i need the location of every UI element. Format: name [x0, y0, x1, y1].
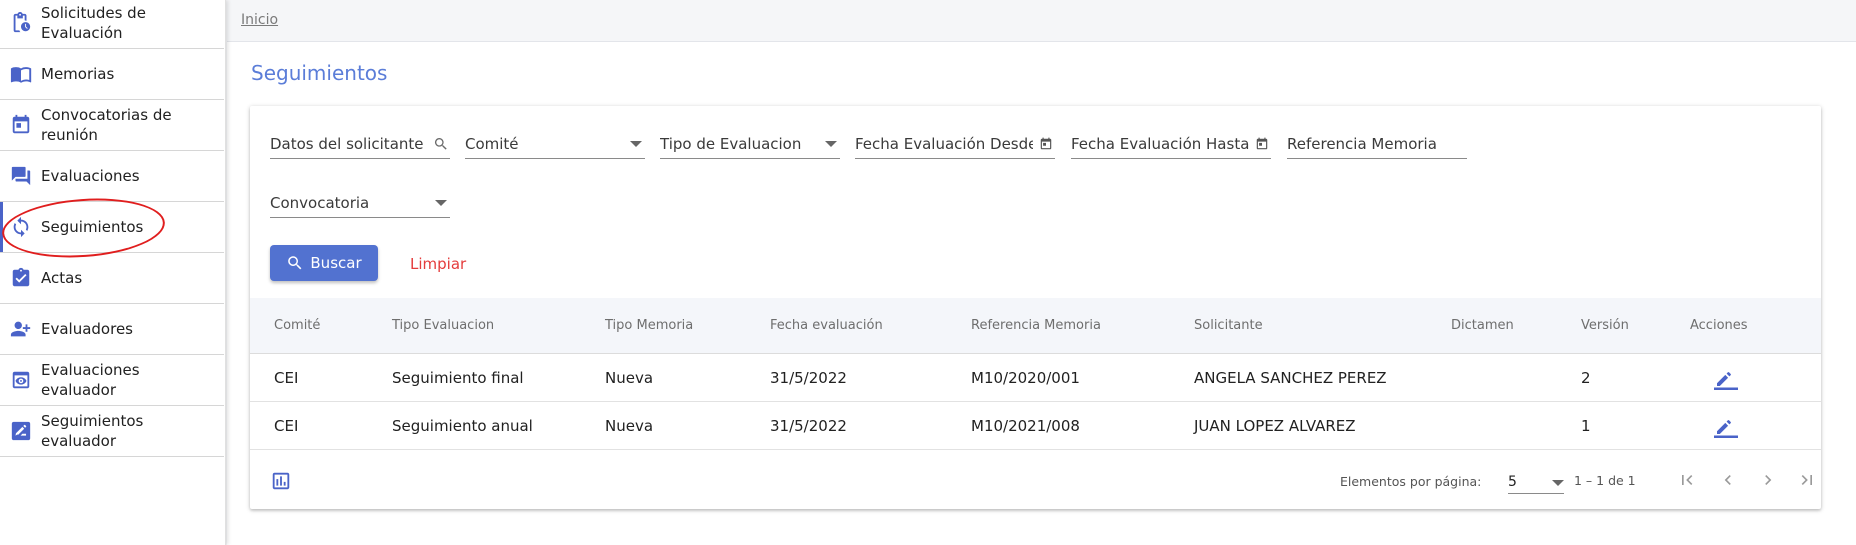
cell-referencia-memoria: M10/2020/001: [971, 369, 1080, 387]
chevron-down-icon: [822, 135, 840, 153]
chart-icon[interactable]: [270, 470, 292, 492]
table-header: Comité Tipo Evaluacion Tipo Memoria Fech…: [250, 298, 1821, 354]
tipo-evaluacion-placeholder: Tipo de Evaluacion: [660, 134, 802, 153]
fecha-desde-input[interactable]: Fecha Evaluación Desde: [855, 129, 1055, 159]
sidebar-item-actas[interactable]: Actas: [0, 253, 224, 304]
table-footer: Elementos por página: 5 1 – 1 de 1: [250, 452, 1821, 508]
previous-page-icon[interactable]: [1716, 468, 1740, 492]
cell-comite: CEI: [274, 417, 299, 435]
page-size-label: Elementos por página:: [1340, 474, 1482, 489]
cell-solicitante: JUAN LOPEZ ALVAREZ: [1194, 417, 1356, 435]
edit-icon[interactable]: [1713, 365, 1739, 391]
sidebar-item-memorias[interactable]: Memorias: [0, 49, 224, 100]
table-row: CEI Seguimiento final Nueva 31/5/2022 M1…: [250, 354, 1821, 402]
column-header-version[interactable]: Versión: [1581, 318, 1629, 333]
solicitante-placeholder: Datos del solicitante: [270, 134, 424, 153]
breadcrumb-bar: Inicio: [227, 0, 1856, 42]
person-add-icon: [9, 317, 33, 341]
main-content: Inicio Seguimientos Datos del solicitant…: [227, 0, 1856, 545]
comite-placeholder: Comité: [465, 134, 519, 153]
cell-tipo-memoria: Nueva: [605, 369, 654, 387]
edit-icon[interactable]: [1713, 413, 1739, 439]
sidebar-item-evaluaciones-evaluador[interactable]: Evaluaciones evaluador: [0, 355, 224, 406]
cell-referencia-memoria: M10/2021/008: [971, 417, 1080, 435]
comite-select[interactable]: Comité: [465, 129, 645, 159]
search-icon[interactable]: [432, 135, 450, 153]
column-header-tipo-evaluacion[interactable]: Tipo Evaluacion: [392, 318, 494, 333]
column-header-dictamen[interactable]: Dictamen: [1451, 318, 1514, 333]
calendar-icon: [9, 113, 33, 137]
sidebar-item-label: Seguimientos: [41, 218, 144, 236]
tipo-evaluacion-select[interactable]: Tipo de Evaluacion: [660, 129, 840, 159]
sidebar-item-label: Solicitudes de Evaluación: [41, 4, 146, 42]
cell-tipo-memoria: Nueva: [605, 417, 654, 435]
sidebar-item-seguimientos-evaluador[interactable]: Seguimientos evaluador: [0, 406, 224, 457]
clipboard-check-icon: [9, 266, 33, 290]
page-range-label: 1 – 1 de 1: [1574, 473, 1636, 488]
page-title: Seguimientos: [251, 61, 388, 85]
cell-comite: CEI: [274, 369, 299, 387]
cell-tipo-evaluacion: Seguimiento final: [392, 369, 524, 387]
sidebar-item-label: Seguimientos evaluador: [41, 412, 144, 450]
cell-solicitante: ANGELA SANCHEZ PEREZ: [1194, 369, 1387, 387]
fecha-desde-placeholder: Fecha Evaluación Desde: [855, 134, 1033, 153]
sidebar: Solicitudes de Evaluación Memorias Convo…: [0, 0, 226, 545]
buscar-button[interactable]: Buscar: [270, 245, 378, 281]
calendar-icon[interactable]: [1037, 135, 1055, 153]
page-size-select[interactable]: 5: [1508, 470, 1564, 494]
cell-fecha-evaluacion: 31/5/2022: [770, 417, 847, 435]
solicitante-input[interactable]: Datos del solicitante: [270, 129, 450, 159]
convocatoria-placeholder: Convocatoria: [270, 193, 370, 212]
sidebar-item-label: Evaluaciones: [41, 167, 140, 185]
breadcrumb-home-link[interactable]: Inicio: [241, 12, 278, 28]
sidebar-item-solicitudes-evaluacion[interactable]: Solicitudes de Evaluación: [0, 0, 224, 49]
column-header-fecha-evaluacion[interactable]: Fecha evaluación: [770, 318, 883, 333]
referencia-memoria-placeholder: Referencia Memoria: [1287, 134, 1437, 153]
eye-box-icon: [9, 368, 33, 392]
table-row: CEI Seguimiento anual Nueva 31/5/2022 M1…: [250, 402, 1821, 450]
search-icon: [286, 254, 304, 272]
fecha-hasta-input[interactable]: Fecha Evaluación Hasta: [1071, 129, 1271, 159]
sidebar-item-seguimientos[interactable]: Seguimientos: [0, 202, 224, 253]
book-open-icon: [9, 62, 33, 86]
column-header-referencia-memoria[interactable]: Referencia Memoria: [971, 318, 1101, 333]
referencia-memoria-input[interactable]: Referencia Memoria: [1287, 129, 1467, 159]
sidebar-item-label: Convocatorias de reunión: [41, 106, 172, 144]
page-size-value: 5: [1508, 473, 1517, 490]
chevron-down-icon: [432, 194, 450, 212]
results-table: Comité Tipo Evaluacion Tipo Memoria Fech…: [250, 298, 1821, 450]
next-page-icon[interactable]: [1756, 468, 1780, 492]
sidebar-item-evaluadores[interactable]: Evaluadores: [0, 304, 224, 355]
sync-icon: [9, 215, 33, 239]
sidebar-item-label: Evaluadores: [41, 320, 133, 338]
cell-fecha-evaluacion: 31/5/2022: [770, 369, 847, 387]
chevron-down-icon: [627, 135, 645, 153]
cell-tipo-evaluacion: Seguimiento anual: [392, 417, 533, 435]
buscar-label: Buscar: [310, 254, 362, 272]
column-header-comite[interactable]: Comité: [274, 318, 320, 333]
first-page-icon[interactable]: [1675, 468, 1699, 492]
search-card: Datos del solicitante Comité Tipo de Eva…: [250, 106, 1821, 509]
sidebar-item-label: Evaluaciones evaluador: [41, 361, 140, 399]
signature-icon: [9, 419, 33, 443]
cell-version: 2: [1581, 369, 1591, 387]
last-page-icon[interactable]: [1795, 468, 1819, 492]
sidebar-item-convocatorias[interactable]: Convocatorias de reunión: [0, 100, 224, 151]
sidebar-item-label: Actas: [41, 269, 83, 287]
chat-bubbles-icon: [9, 164, 33, 188]
column-header-solicitante[interactable]: Solicitante: [1194, 318, 1263, 333]
sidebar-item-label: Memorias: [41, 65, 115, 83]
column-header-acciones: Acciones: [1690, 318, 1748, 333]
convocatoria-select[interactable]: Convocatoria: [270, 188, 450, 218]
column-header-tipo-memoria[interactable]: Tipo Memoria: [605, 318, 693, 333]
clipboard-clock-icon: [9, 11, 33, 35]
limpiar-button[interactable]: Limpiar: [410, 255, 466, 273]
calendar-icon[interactable]: [1253, 135, 1271, 153]
sidebar-item-evaluaciones[interactable]: Evaluaciones: [0, 151, 224, 202]
fecha-hasta-placeholder: Fecha Evaluación Hasta: [1071, 134, 1249, 153]
chevron-down-icon: [1552, 474, 1564, 490]
cell-version: 1: [1581, 417, 1591, 435]
